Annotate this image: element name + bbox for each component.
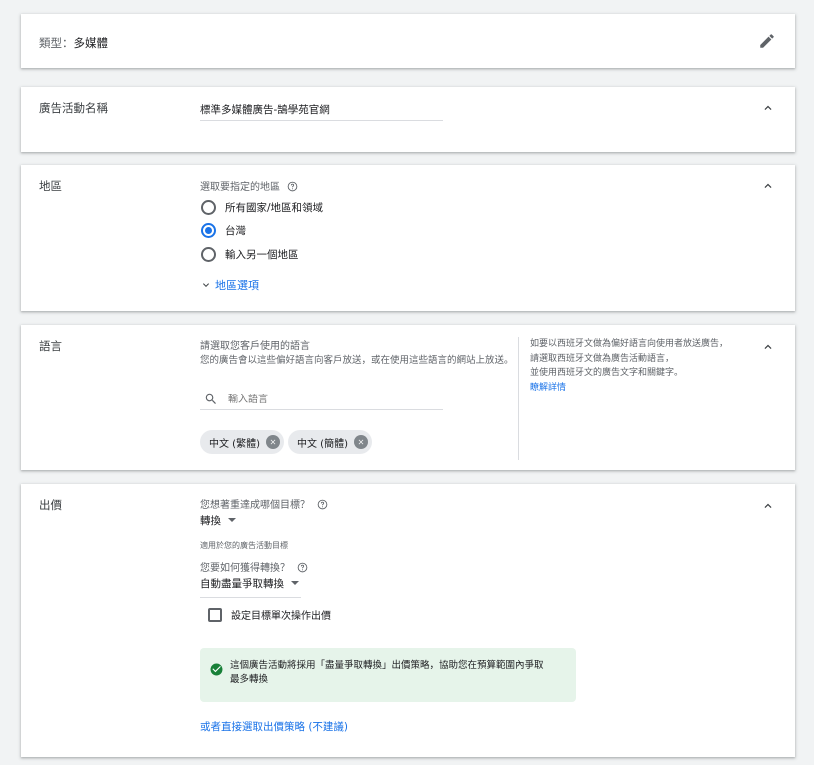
chevron-up-icon[interactable]	[761, 101, 775, 115]
chip-label: 中文 (繁體)	[209, 438, 260, 450]
radio-button-selected[interactable]	[201, 222, 216, 238]
type-row: 類型：多媒體	[39, 35, 108, 51]
dropdown-arrow-icon	[228, 518, 236, 522]
conversion-question-text: 您要如何獲得轉換？	[200, 563, 290, 574]
target-cpa-label: 設定目標單次操作出價	[231, 611, 331, 622]
bidding-label: 出價	[39, 498, 62, 512]
goal-question: 您想著重達成哪個目標？	[200, 496, 328, 513]
chevron-down-icon	[203, 283, 209, 287]
language-label: 語言	[39, 339, 62, 353]
location-options-label: 地區選項	[215, 279, 259, 292]
chevron-up-icon[interactable]	[761, 340, 775, 354]
dropdown-arrow-icon	[291, 581, 299, 585]
language-search-underline	[200, 409, 443, 410]
language-aside: 如要以西班牙文做為偏好語言向使用者放送廣告， 請選取西班牙文做為廣告活動語言， …	[530, 337, 750, 395]
banner-line: 這個廣告活動將採用「盡量爭取轉換」出價策略，協助您在預算範圍內爭取	[230, 660, 544, 671]
location-prompt-text: 選取要指定的地區	[200, 182, 280, 193]
check-circle-icon	[210, 661, 223, 680]
radio-button[interactable]	[201, 246, 216, 262]
close-icon[interactable]	[353, 435, 368, 449]
vertical-divider	[518, 337, 519, 460]
type-card: 類型：多媒體	[21, 14, 795, 68]
banner-line: 最多轉換	[230, 674, 269, 685]
radio-other-location[interactable]: 輸入另一個地區	[201, 246, 299, 262]
target-cpa-checkbox-row[interactable]: 設定目標單次操作出價	[208, 607, 331, 622]
conversion-question: 您要如何獲得轉換？	[200, 559, 308, 576]
language-card: 語言 請選取您客戶使用的語言 您的廣告會以這些偏好語言向客戶放送，或在使用這些語…	[21, 325, 795, 470]
radio-button[interactable]	[201, 199, 216, 215]
chevron-up-icon[interactable]	[761, 179, 775, 193]
location-options-toggle[interactable]: 地區選項	[200, 277, 259, 293]
conversion-strategy-dropdown[interactable]: 自動盡量爭取轉換	[200, 576, 299, 591]
help-icon[interactable]	[317, 499, 328, 513]
language-search-input[interactable]	[228, 393, 428, 405]
bidding-card: 出價 您想著重達成哪個目標？ 轉換 適用於您的廣告活動目標 您要如何獲得轉換？ …	[21, 484, 795, 757]
conversion-strategy-value: 自動盡量爭取轉換	[200, 578, 284, 590]
chip-label: 中文 (簡體)	[297, 438, 348, 450]
type-label: 類型：	[39, 36, 74, 50]
aside-line: 並使用西班牙文的廣告文字和關鍵字。	[530, 368, 684, 378]
language-chip[interactable]: 中文 (繁體)	[200, 430, 284, 454]
select-bid-strategy-link[interactable]: 或者直接選取出價策略 (不建議)	[200, 719, 348, 734]
radio-all-countries[interactable]: 所有國家/地區和領域	[201, 199, 323, 215]
help-icon[interactable]	[287, 181, 298, 195]
campaign-name-label: 廣告活動名稱	[39, 101, 108, 115]
language-prompt: 請選取您客戶使用的語言	[200, 341, 310, 352]
location-prompt: 選取要指定的地區	[200, 178, 298, 195]
radio-label: 所有國家/地區和領域	[225, 201, 324, 214]
language-chip[interactable]: 中文 (簡體)	[288, 430, 372, 454]
campaign-name-input[interactable]: 標準多媒體廣告-鵠學苑官網	[200, 102, 330, 117]
strategy-info-banner: 這個廣告活動將採用「盡量爭取轉換」出價策略，協助您在預算範圍內爭取 最多轉換	[200, 648, 576, 702]
search-icon	[205, 393, 216, 404]
goal-note: 適用於您的廣告活動目標	[200, 541, 288, 550]
banner-text: 這個廣告活動將採用「盡量爭取轉換」出價策略，協助您在預算範圍內爭取 最多轉換	[230, 659, 570, 687]
chevron-up-icon[interactable]	[761, 499, 775, 513]
learn-more-link[interactable]: 瞭解詳情	[530, 381, 750, 396]
dropdown-underline	[200, 597, 301, 598]
aside-line: 請選取西班牙文做為廣告活動語言，	[530, 353, 675, 364]
radio-label: 輸入另一個地區	[225, 248, 299, 261]
pencil-icon[interactable]	[758, 32, 776, 50]
campaign-name-underline	[200, 120, 443, 121]
location-card: 地區 選取要指定的地區 所有國家/地區和領域 台灣 輸入另一個地區 地區選項	[21, 165, 795, 311]
type-value: 多媒體	[73, 36, 109, 50]
radio-taiwan[interactable]: 台灣	[201, 222, 246, 238]
close-icon[interactable]	[265, 435, 280, 449]
campaign-name-card: 廣告活動名稱 標準多媒體廣告-鵠學苑官網	[21, 87, 795, 152]
help-icon[interactable]	[297, 562, 308, 576]
goal-value: 轉換	[200, 515, 221, 527]
language-search[interactable]	[204, 389, 443, 409]
location-label: 地區	[39, 179, 62, 193]
goal-dropdown[interactable]: 轉換	[200, 513, 236, 528]
radio-label: 台灣	[225, 224, 246, 237]
language-description: 您的廣告會以這些偏好語言向客戶放送，或在使用這些語言的網站上放送。	[200, 355, 514, 366]
aside-line: 如要以西班牙文做為偏好語言向使用者放送廣告，	[530, 339, 729, 349]
goal-question-text: 您想著重達成哪個目標？	[200, 500, 310, 511]
target-cpa-checkbox[interactable]	[208, 607, 222, 622]
